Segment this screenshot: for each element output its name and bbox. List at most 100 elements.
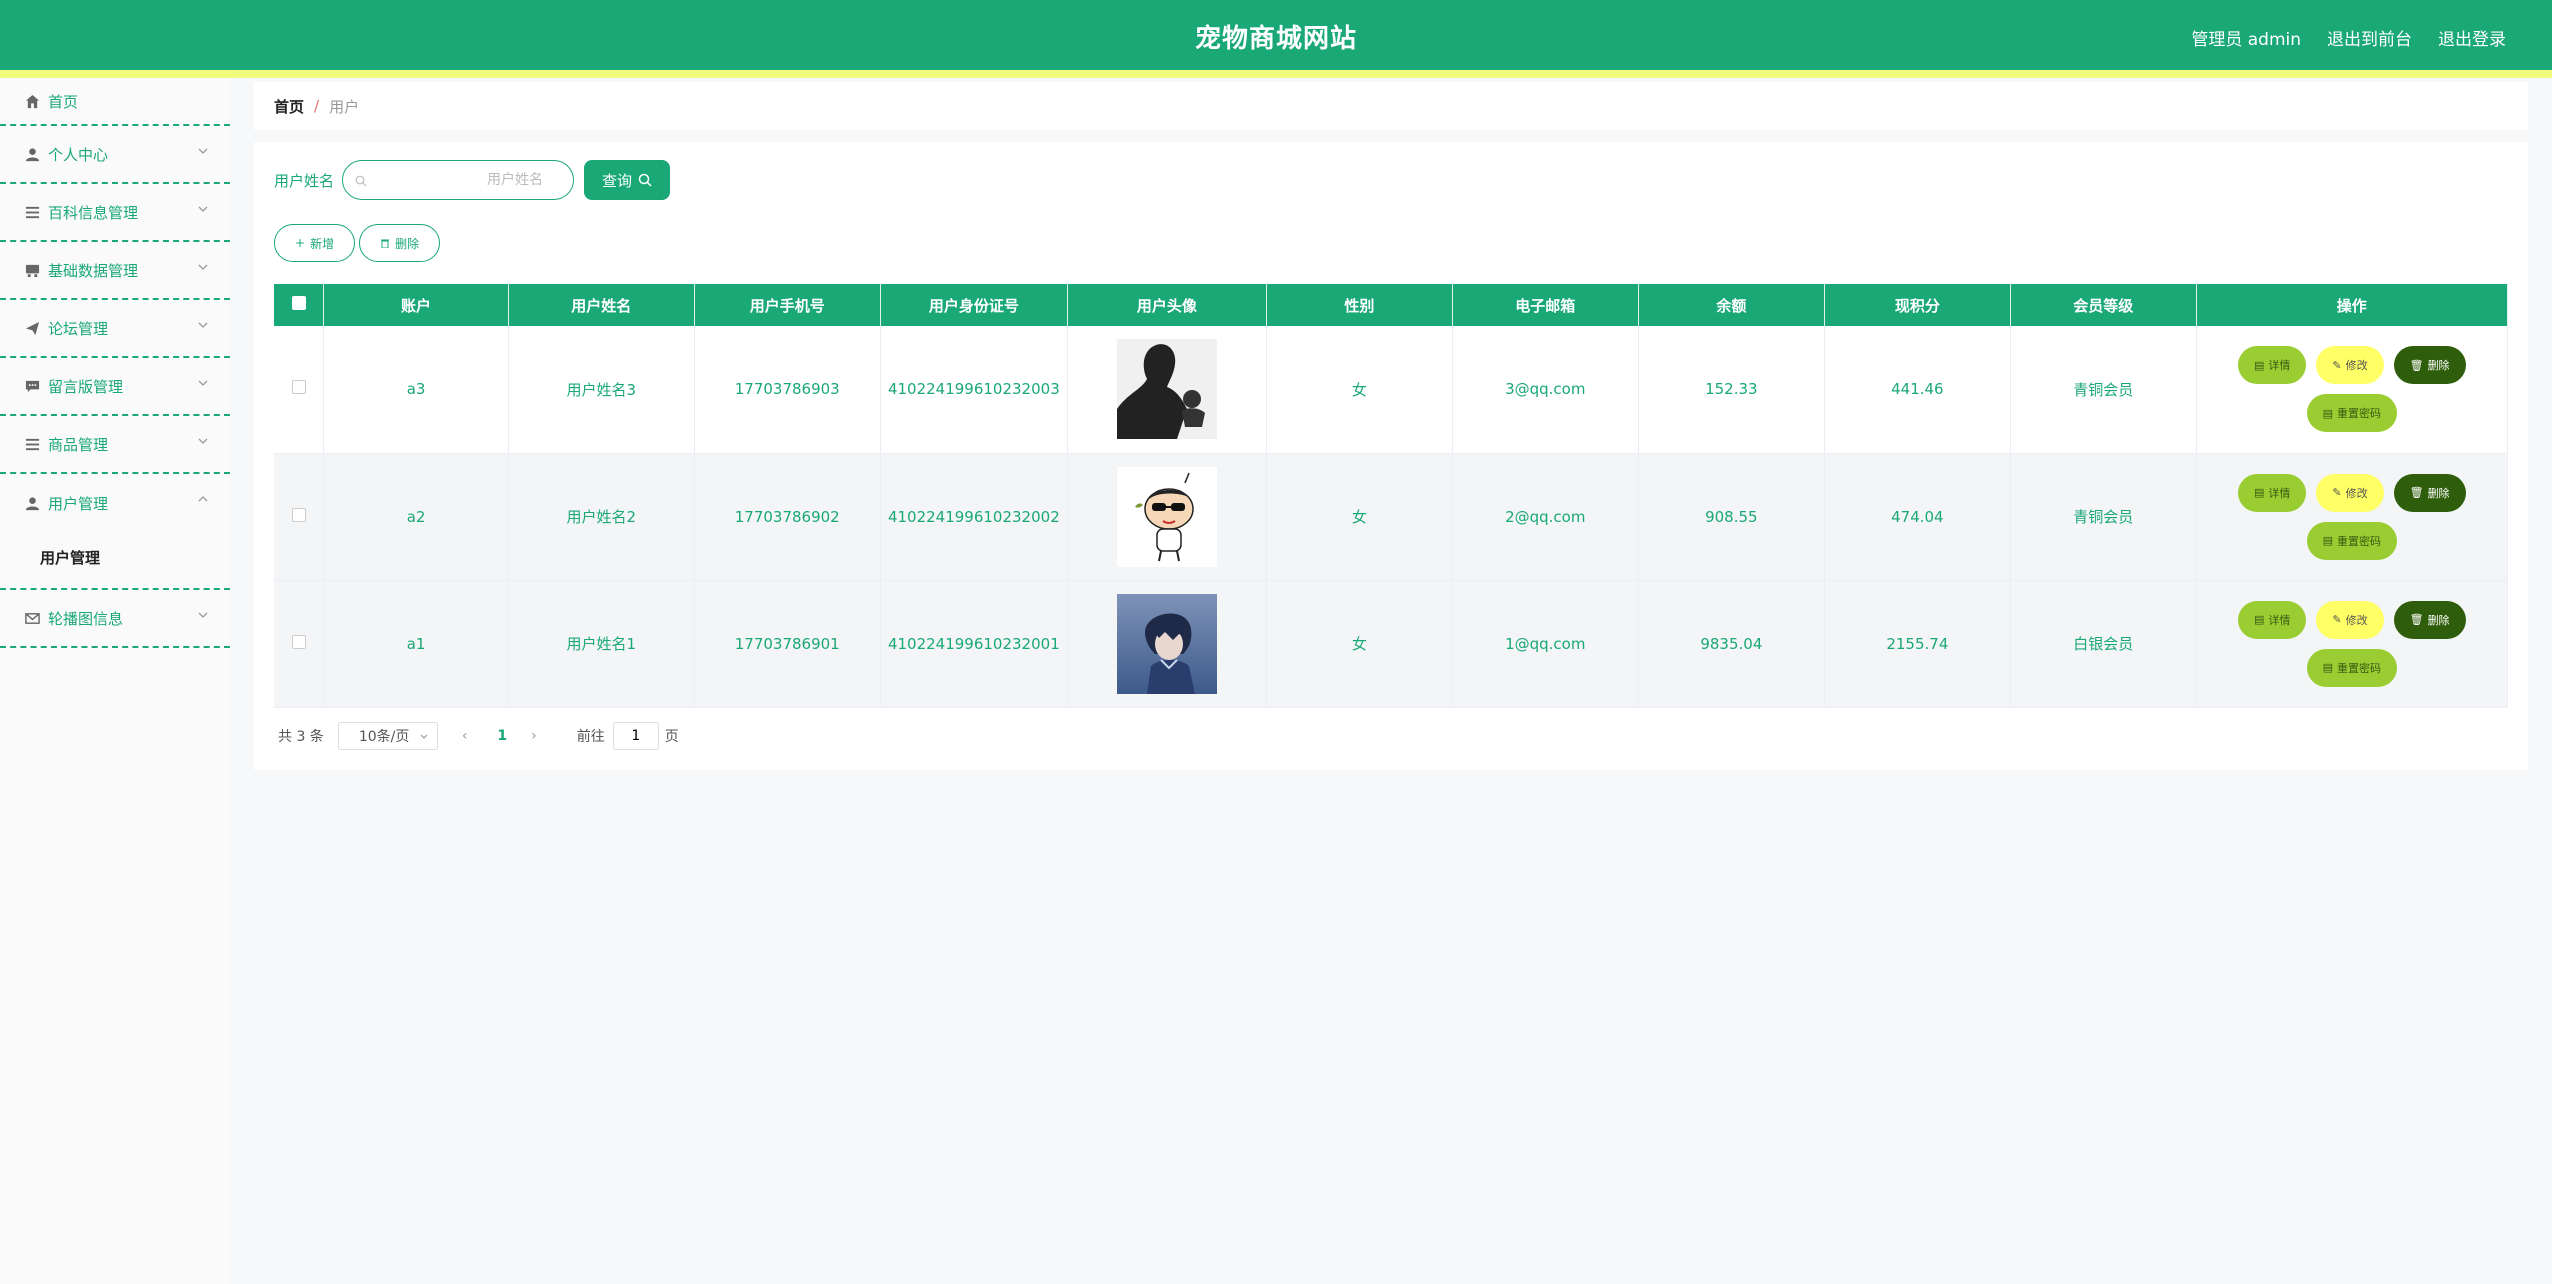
trash-icon: 🗑 [2409,358,2424,372]
breadcrumb-current: 用户 [329,97,360,116]
row-checkbox[interactable] [291,380,306,395]
sidebar-item-label: 留言版管理 [48,377,124,396]
reset-password-button[interactable]: ▤ 重置密码 [2306,521,2397,560]
goto-page-input[interactable] [612,722,659,750]
goto-label: 前往 [576,729,605,745]
column-header: 用户身份证号 [880,284,1068,326]
sidebar-item-label: 首页 [48,92,79,111]
sidebar-item-home[interactable]: 首页 [0,78,230,126]
search-input[interactable] [355,172,562,188]
next-page-button[interactable]: › [531,728,537,744]
search-row: 用户姓名 查询 [274,160,671,200]
sidebar-item-label: 个人中心 [48,145,109,164]
sidebar-item-message-board[interactable]: 留言版管理 [0,358,230,416]
sidebar-item-products[interactable]: 商品管理 [0,416,230,474]
logout-link[interactable]: 退出登录 [2438,25,2506,50]
edit-button[interactable]: ✎ 修改 [2316,600,2384,639]
cell-level: 青铜会员 [2010,453,2197,581]
sidebar-item-label: 论坛管理 [48,319,109,338]
column-header: 会员等级 [2010,284,2197,326]
sidebar-item-forum[interactable]: 论坛管理 [0,300,230,358]
edit-button[interactable]: ✎ 修改 [2316,473,2384,512]
sidebar-item-encyclopedia[interactable]: 百科信息管理 [0,184,230,242]
cell-operations: ▤ 详情 ✎ 修改 🗑 删除 ▤ 重置密码 [2196,580,2509,708]
trash-icon: 🗑 [2409,613,2424,626]
doc-icon: ▤ [2322,534,2333,547]
total-count: 共 3 条 [278,729,324,745]
sidebar-item-label: 用户管理 [48,494,109,513]
home-icon [24,93,40,109]
cell-name: 用户姓名2 [508,453,695,581]
select-all-checkbox[interactable] [291,296,306,310]
user-icon [24,146,40,162]
page-number[interactable]: 1 [497,728,507,744]
user-icon [24,495,40,511]
breadcrumb-home[interactable]: 首页 [274,96,304,117]
admin-label: 管理员 admin [2191,30,2301,50]
database-icon [24,262,40,278]
chevron-down-icon [198,322,208,328]
row-checkbox[interactable] [291,507,306,522]
page-size-select[interactable]: 10条/页 [337,722,438,750]
pagination: 共 3 条 10条/页 ‹ 1 › 前往 页 [278,722,679,750]
detail-button[interactable]: ▤ 详情 [2237,600,2307,639]
cell-gender: 女 [1266,326,1453,454]
header-accent-stripe [0,70,2552,78]
sidebar-item-user-management[interactable]: 用户管理 [0,474,230,532]
search-box [342,160,575,200]
table-row: a1 用户姓名1 17703786901 410224199610232001 [274,580,2509,708]
reset-password-button[interactable]: ▤ 重置密码 [2306,394,2397,433]
search-button[interactable]: 查询 [584,160,671,200]
column-header: 性别 [1266,284,1453,326]
reset-label: 重置密码 [2336,661,2381,675]
cell-balance: 908.55 [1638,453,1825,581]
site-title: 宠物商城网站 [1194,24,1357,54]
cartoon-boy-avatar [1116,466,1217,567]
list-icon [24,436,40,452]
doc-icon: ▤ [2253,358,2265,372]
reset-password-button[interactable]: ▤ 重置密码 [2306,648,2397,687]
sidebar-subitem-user-management[interactable]: 用户管理 [0,532,230,582]
cell-gender: 女 [1266,453,1453,581]
send-icon [24,320,40,336]
cell-name: 用户姓名3 [508,326,695,454]
edit-label: 修改 [2345,613,2368,627]
row-checkbox[interactable] [291,634,306,649]
mail-icon [24,610,40,626]
edit-button[interactable]: ✎ 修改 [2316,346,2384,385]
delete-label: 删除 [2427,359,2450,373]
cell-phone: 17703786901 [694,580,881,708]
sidebar-item-label: 百科信息管理 [48,203,139,222]
prev-page-button[interactable]: ‹ [462,728,468,744]
add-button[interactable]: + 新增 [274,224,356,262]
reset-label: 重置密码 [2336,534,2381,548]
page-size-value: 10条/页 [358,729,410,745]
chevron-up-icon [198,496,208,502]
breadcrumb-separator: / [314,97,320,115]
search-label: 用户姓名 [274,171,335,190]
sidebar-item-base-data[interactable]: 基础数据管理 [0,242,230,300]
detail-label: 详情 [2268,613,2291,627]
delete-button[interactable]: 删除 [359,224,441,262]
cell-avatar [1067,453,1268,581]
sidebar-item-carousel[interactable]: 轮播图信息 [0,590,230,648]
chevron-down-icon [198,380,208,386]
cell-balance: 9835.04 [1638,580,1825,708]
sidebar-item-personal-center[interactable]: 个人中心 [0,126,230,184]
silhouette-man-avatar [1116,339,1217,440]
anime-boy-avatar [1116,593,1217,694]
doc-icon: ▤ [2322,661,2333,674]
exit-to-front-link[interactable]: 退出到前台 [2327,25,2412,50]
detail-button[interactable]: ▤ 详情 [2237,346,2307,385]
cell-level: 白银会员 [2010,580,2197,708]
detail-button[interactable]: ▤ 详情 [2237,473,2307,512]
column-header: 用户手机号 [694,284,881,326]
sidebar-item-label: 轮播图信息 [48,609,124,628]
row-delete-button[interactable]: 🗑 删除 [2393,346,2466,385]
select-all-checkbox-cell[interactable] [274,284,325,326]
cell-points: 441.46 [1824,326,2011,454]
row-delete-button[interactable]: 🗑 删除 [2393,600,2466,639]
row-delete-button[interactable]: 🗑 删除 [2393,473,2466,512]
list-icon [24,204,40,220]
cell-email: 1@qq.com [1452,580,1639,708]
